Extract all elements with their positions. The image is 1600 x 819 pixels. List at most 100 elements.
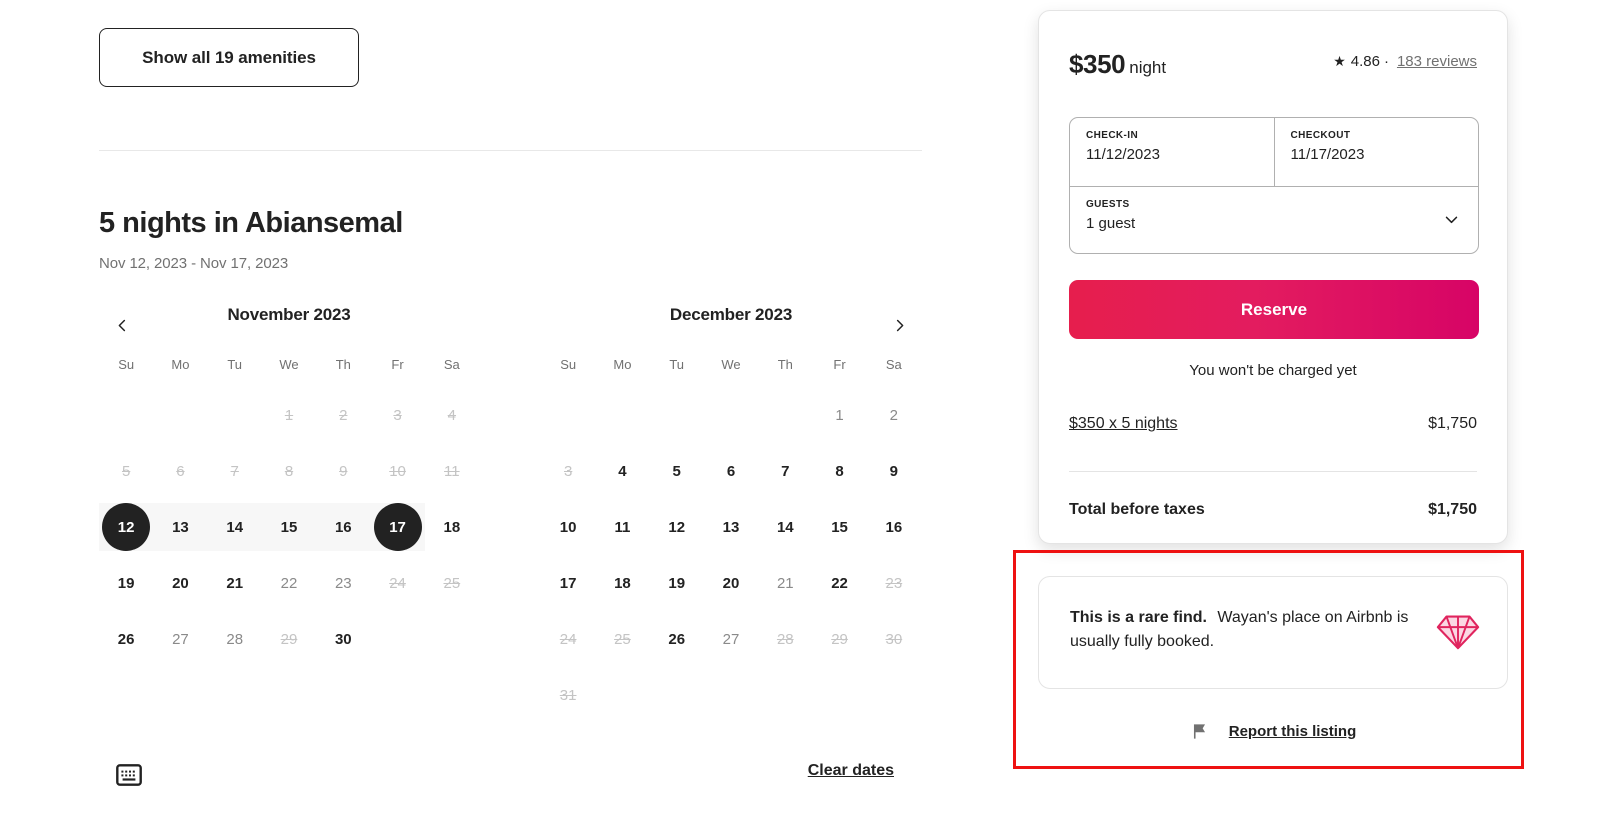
calendar-day-number: 6 <box>707 447 755 495</box>
calendar-day[interactable]: 19 <box>99 555 153 611</box>
calendar-day-number: 17 <box>544 559 592 607</box>
calendar-day[interactable]: 1 <box>812 387 866 443</box>
calendar-day[interactable]: 18 <box>595 555 649 611</box>
show-all-amenities-button[interactable]: Show all 19 amenities <box>99 28 359 87</box>
weekday-label: Th <box>316 357 370 372</box>
calendar-day[interactable]: 20 <box>153 555 207 611</box>
rare-find-card: This is a rare find. Wayan's place on Ai… <box>1038 576 1508 689</box>
calendar-day[interactable]: 2 <box>867 387 921 443</box>
calendar-day-number: 5 <box>102 447 150 495</box>
calendar-day: 1 <box>262 387 316 443</box>
calendar-day[interactable]: 15 <box>812 499 866 555</box>
calendar-day-number: 1 <box>816 391 864 439</box>
calendar-day[interactable]: 15 <box>262 499 316 555</box>
calendar-day[interactable]: 14 <box>758 499 812 555</box>
calendar-day[interactable]: 10 <box>541 499 595 555</box>
calendar-day[interactable]: 21 <box>208 555 262 611</box>
calendar-day: 29 <box>262 611 316 667</box>
calendar-day-number: 9 <box>870 447 918 495</box>
checkin-field[interactable]: CHECK-IN 11/12/2023 <box>1070 118 1274 186</box>
calendar-day: 5 <box>99 443 153 499</box>
calendar-day[interactable]: 18 <box>425 499 479 555</box>
calendar-day[interactable]: 30 <box>316 611 370 667</box>
calendar-day-number <box>816 671 864 719</box>
calendar-day[interactable]: 6 <box>704 443 758 499</box>
calendar-day-number: 17 <box>374 503 422 551</box>
calendar-day-number: 19 <box>653 559 701 607</box>
weekday-label: Fr <box>812 357 866 372</box>
calendar-day[interactable]: 11 <box>595 499 649 555</box>
calendar-day: 4 <box>425 387 479 443</box>
calendar-day-empty <box>650 387 704 443</box>
calendar-day-number: 16 <box>870 503 918 551</box>
calendar-day[interactable]: 8 <box>812 443 866 499</box>
checkout-field[interactable]: CHECKOUT 11/17/2023 <box>1274 118 1479 186</box>
rating-summary: ★ 4.86 · 183 reviews <box>1333 53 1477 70</box>
calendar-day-number: 1 <box>265 391 313 439</box>
price-line-item-label[interactable]: $350 x 5 nights <box>1069 415 1178 433</box>
calendar-day[interactable]: 13 <box>153 499 207 555</box>
calendar-day: 3 <box>541 443 595 499</box>
calendar-day-number: 22 <box>816 559 864 607</box>
reserve-button[interactable]: Reserve <box>1069 280 1479 339</box>
price-row: $350night ★ 4.86 · 183 reviews <box>1069 49 1477 83</box>
calendar-day-number <box>598 671 646 719</box>
calendar-day[interactable]: 26 <box>650 611 704 667</box>
rare-find-headline: This is a rare find. <box>1070 609 1207 626</box>
calendar-day-number <box>761 391 809 439</box>
calendar-day[interactable]: 12 <box>650 499 704 555</box>
calendar-week-row: 31 <box>541 667 921 723</box>
month-title: December 2023 <box>541 300 921 330</box>
calendar-day[interactable]: 22 <box>812 555 866 611</box>
checkout-label: CHECKOUT <box>1291 130 1479 141</box>
calendar-week-row: 3456789 <box>541 443 921 499</box>
rating-value: 4.86 <box>1351 53 1380 70</box>
calendar-day[interactable]: 27 <box>153 611 207 667</box>
calendar-day[interactable]: 7 <box>758 443 812 499</box>
diamond-icon <box>1435 607 1481 653</box>
calendar-day-number: 15 <box>265 503 313 551</box>
calendar-day-number <box>428 615 476 663</box>
calendar-week-row: 19202122232425 <box>99 555 479 611</box>
calendar-day-number <box>102 391 150 439</box>
calendar-day[interactable]: 22 <box>262 555 316 611</box>
calendar-day[interactable]: 23 <box>316 555 370 611</box>
calendar-day[interactable]: 17 <box>541 555 595 611</box>
calendar-day[interactable]: 5 <box>650 443 704 499</box>
calendar-week-row: 10111213141516 <box>541 499 921 555</box>
calendar-day[interactable]: 17 <box>370 499 424 555</box>
previous-month-button[interactable] <box>105 308 139 342</box>
reviews-link[interactable]: 183 reviews <box>1397 53 1477 70</box>
calendar-day-number: 25 <box>428 559 476 607</box>
clear-dates-button[interactable]: Clear dates <box>808 762 894 780</box>
keyboard-input-toggle-button[interactable] <box>113 760 145 790</box>
calendar-day[interactable]: 12 <box>99 499 153 555</box>
calendar-day-number: 22 <box>265 559 313 607</box>
calendar-day[interactable]: 26 <box>99 611 153 667</box>
calendar-day: 25 <box>425 555 479 611</box>
calendar-day[interactable]: 19 <box>650 555 704 611</box>
next-month-button[interactable] <box>882 308 916 342</box>
calendar-day[interactable]: 16 <box>316 499 370 555</box>
date-picker-calendar: November 2023SuMoTuWeThFrSa1234567891011… <box>99 300 922 723</box>
calendar-day[interactable]: 13 <box>704 499 758 555</box>
weeks-grid: 1234567891011121314151617181920212223242… <box>541 387 921 723</box>
calendar-day[interactable]: 27 <box>704 611 758 667</box>
calendar-day[interactable]: 4 <box>595 443 649 499</box>
calendar-day[interactable]: 20 <box>704 555 758 611</box>
calendar-day[interactable]: 14 <box>208 499 262 555</box>
report-this-listing-link[interactable]: Report this listing <box>1229 723 1357 740</box>
weekday-label: Su <box>99 357 153 372</box>
calendar-day-number: 13 <box>707 503 755 551</box>
no-charge-note: You won't be charged yet <box>1039 362 1507 379</box>
calendar-day-number: 5 <box>653 447 701 495</box>
calendar-day-number: 8 <box>816 447 864 495</box>
calendar-day[interactable]: 21 <box>758 555 812 611</box>
calendar-day-number <box>653 671 701 719</box>
weekday-label: Th <box>758 357 812 372</box>
calendar-day[interactable]: 16 <box>867 499 921 555</box>
calendar-day-empty <box>704 387 758 443</box>
calendar-day[interactable]: 9 <box>867 443 921 499</box>
calendar-day[interactable]: 28 <box>208 611 262 667</box>
guests-field[interactable]: GUESTS 1 guest <box>1070 187 1478 254</box>
